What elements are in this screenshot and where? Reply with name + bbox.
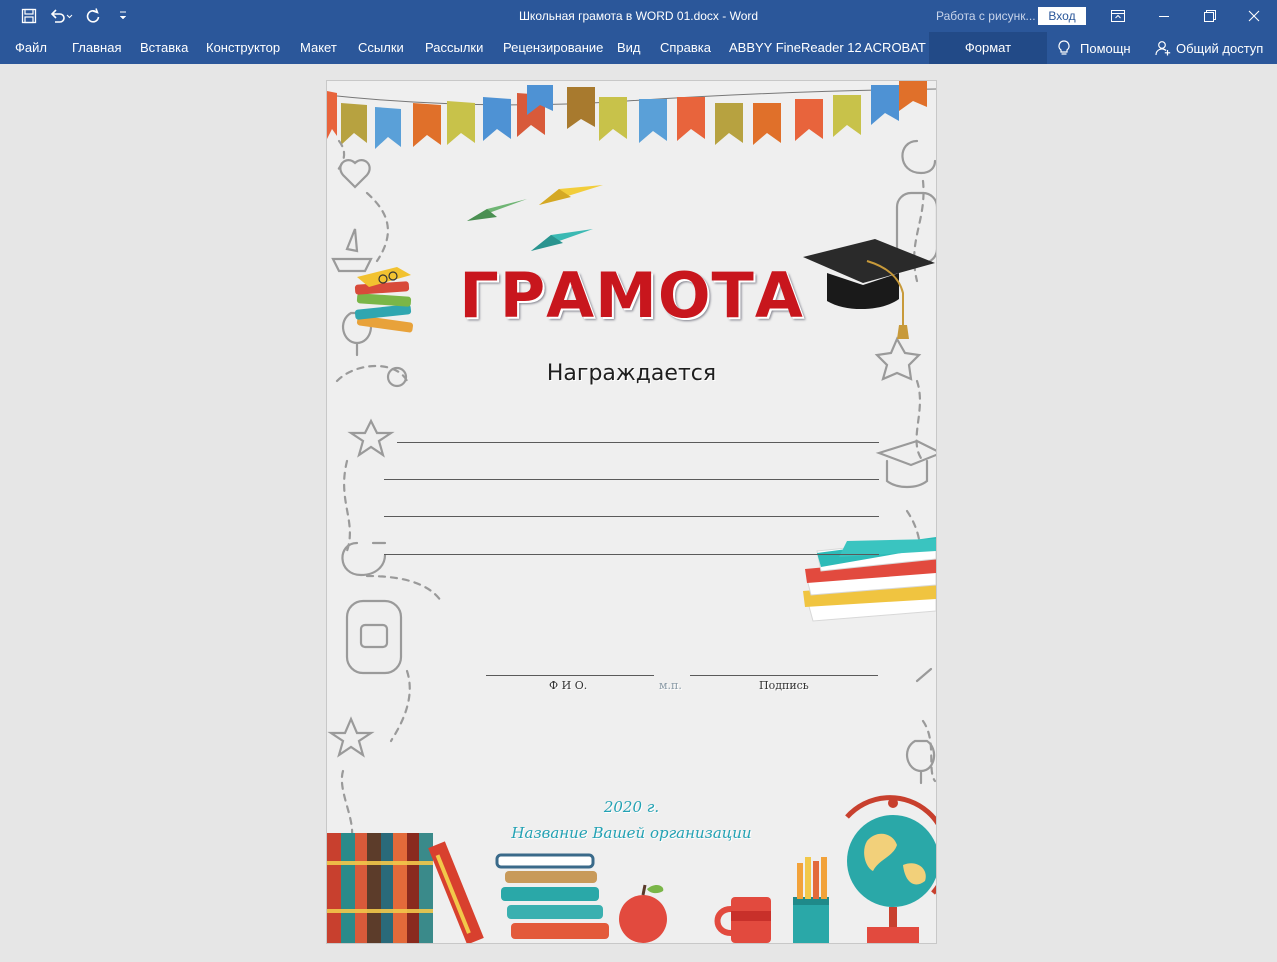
recipient-line-4[interactable] bbox=[384, 554, 879, 555]
customize-qat-button[interactable] bbox=[108, 0, 138, 32]
globe-image[interactable] bbox=[845, 795, 936, 943]
certificate-year[interactable]: 2020 г. bbox=[327, 798, 936, 816]
tell-me-label: Помощн bbox=[1080, 40, 1131, 56]
ribbon-display-icon bbox=[1111, 10, 1125, 22]
doodle-border-left bbox=[327, 139, 443, 843]
bottom-books-stack-image[interactable] bbox=[495, 853, 609, 939]
ribbon-display-options-button[interactable] bbox=[1095, 0, 1141, 32]
name-label: Ф И О. bbox=[549, 679, 588, 692]
tab-layout[interactable]: Макет bbox=[300, 32, 337, 64]
recipient-line-2[interactable] bbox=[384, 479, 879, 480]
lightbulb-icon bbox=[1058, 40, 1070, 55]
tab-format[interactable]: Формат bbox=[929, 32, 1047, 64]
tab-mailings[interactable]: Рассылки bbox=[425, 32, 483, 64]
save-button[interactable] bbox=[14, 0, 44, 32]
tab-insert[interactable]: Вставка bbox=[140, 32, 188, 64]
recipient-line-3[interactable] bbox=[384, 516, 879, 517]
tab-references[interactable]: Ссылки bbox=[358, 32, 404, 64]
tab-design[interactable]: Конструктор bbox=[206, 32, 280, 64]
name-signature-line[interactable] bbox=[486, 675, 654, 676]
tab-help[interactable]: Справка bbox=[660, 32, 711, 64]
quick-access-toolbar bbox=[0, 0, 138, 32]
tab-view[interactable]: Вид bbox=[617, 32, 641, 64]
sign-signature-line[interactable] bbox=[690, 675, 878, 676]
certificate-subtitle[interactable]: Награждается bbox=[327, 361, 936, 386]
mug-image[interactable] bbox=[714, 897, 772, 943]
title-bar: Школьная грамота в WORD 01.docx - Word Р… bbox=[0, 0, 1277, 32]
bunting-garland-image[interactable] bbox=[327, 81, 936, 149]
stamp-label: м.п. bbox=[659, 679, 682, 692]
customize-qat-icon bbox=[119, 11, 127, 20]
restore-icon bbox=[1204, 10, 1216, 22]
tab-abbyy[interactable]: ABBYY FineReader 12 bbox=[729, 32, 862, 64]
paper-airplanes-image[interactable] bbox=[467, 185, 603, 251]
picture-tools-context-label: Работа с рисунк... bbox=[929, 0, 1045, 32]
save-icon bbox=[21, 8, 37, 24]
tell-me-button[interactable]: Помощн bbox=[1057, 32, 1131, 64]
books-stack-right-image[interactable] bbox=[803, 537, 936, 622]
redo-button[interactable] bbox=[78, 0, 108, 32]
window-title: Школьная грамота в WORD 01.docx - Word bbox=[518, 9, 759, 23]
signin-button[interactable]: Вход bbox=[1038, 7, 1086, 25]
tab-home[interactable]: Главная bbox=[72, 32, 121, 64]
certificate-title[interactable]: ГРАМОТА bbox=[327, 259, 936, 332]
tab-review[interactable]: Рецензирование bbox=[503, 32, 603, 64]
bookshelf-image[interactable] bbox=[327, 833, 484, 943]
share-person-icon bbox=[1155, 41, 1171, 56]
signature-label: Подпись bbox=[759, 679, 809, 692]
share-button[interactable]: Общий доступ bbox=[1155, 32, 1263, 64]
close-button[interactable] bbox=[1231, 0, 1277, 32]
ribbon-tab-bar: Файл Главная Вставка Конструктор Макет С… bbox=[0, 32, 1277, 64]
doodle-border-right bbox=[874, 139, 936, 785]
apple-image[interactable] bbox=[619, 884, 667, 943]
recipient-line-1[interactable] bbox=[397, 442, 879, 443]
undo-button[interactable] bbox=[44, 0, 78, 32]
tab-acrobat[interactable]: ACROBAT bbox=[864, 32, 926, 64]
minimize-icon bbox=[1159, 16, 1169, 17]
undo-icon bbox=[50, 9, 73, 23]
document-page[interactable]: ГРАМОТА Награждается Ф И О. м.п. Подпись… bbox=[327, 81, 936, 943]
organization-name[interactable]: Название Вашей организации bbox=[327, 824, 936, 842]
tab-file[interactable]: Файл bbox=[15, 32, 47, 64]
pencil-cup-image[interactable] bbox=[793, 857, 829, 943]
close-icon bbox=[1248, 10, 1260, 22]
restore-button[interactable] bbox=[1187, 0, 1233, 32]
share-label: Общий доступ bbox=[1176, 40, 1264, 56]
minimize-button[interactable] bbox=[1141, 0, 1187, 32]
redo-icon bbox=[86, 8, 100, 23]
